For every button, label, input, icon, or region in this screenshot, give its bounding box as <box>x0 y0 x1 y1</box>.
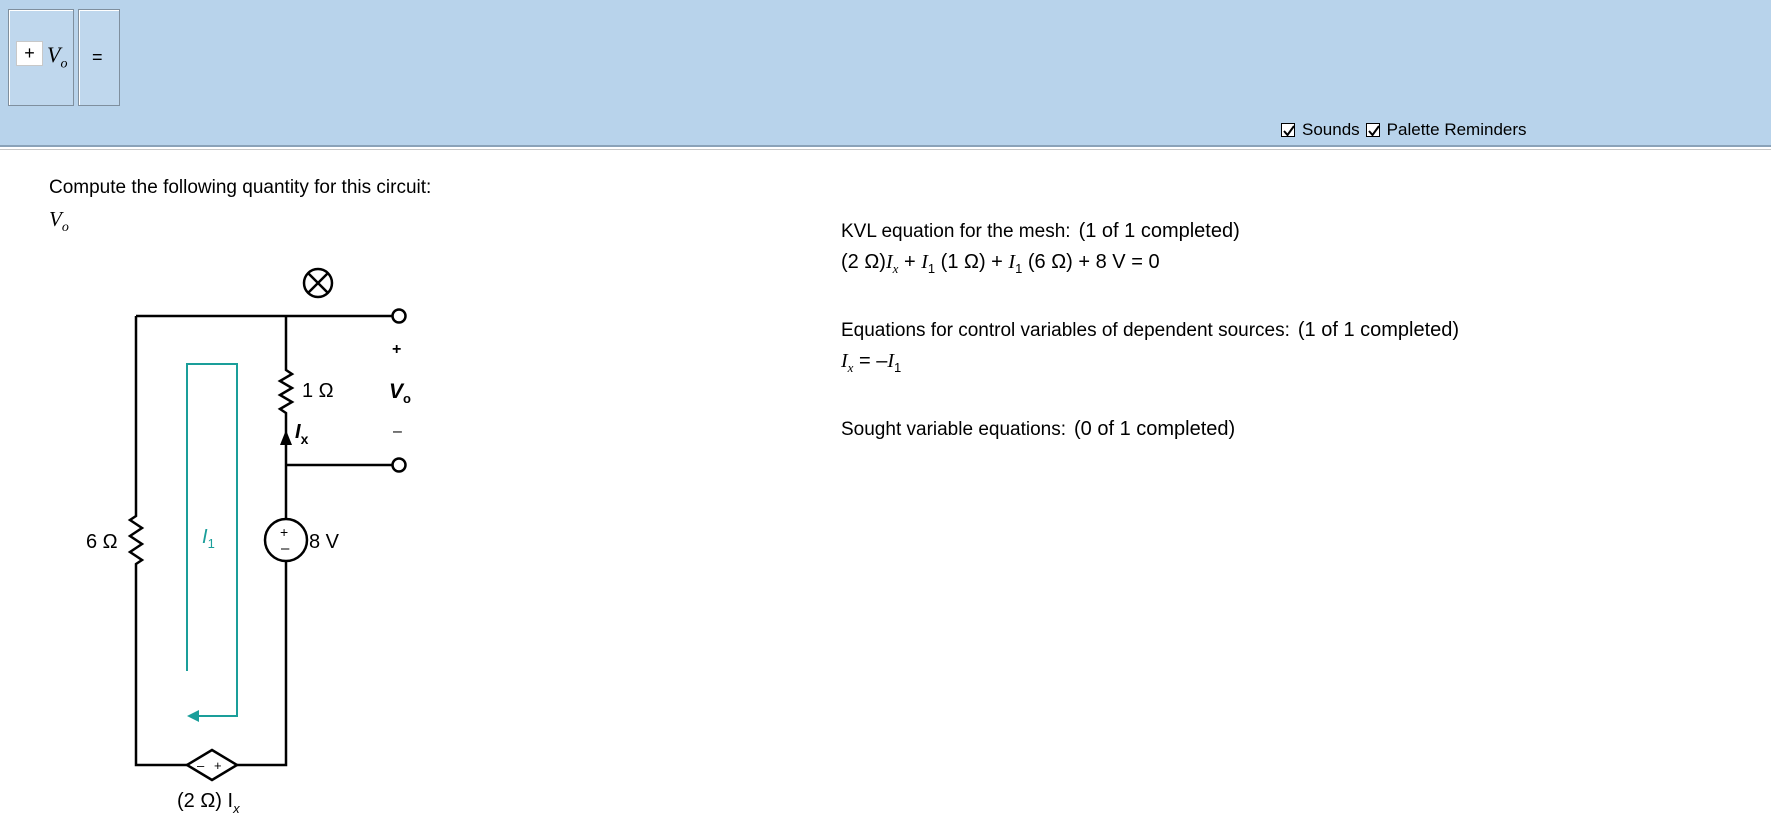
kvl-equation[interactable]: (2 Ω)Ix + I1 (1 Ω) + I1 (6 Ω) + 8 V = 0 <box>841 251 1240 277</box>
dep-minus: – <box>197 758 205 773</box>
output-plus: + <box>392 341 401 358</box>
kvl-section: KVL equation for the mesh: (1 of 1 comple… <box>841 220 1240 277</box>
source-label: 8 V <box>309 531 340 553</box>
kvl-title: KVL equation for the mesh: <box>841 221 1071 242</box>
output-minus: – <box>393 423 402 440</box>
r-top-label: 1 Ω <box>302 380 334 402</box>
dep-plus: + <box>214 758 222 773</box>
circuit-diagram: 1 Ω 6 Ω 8 V + – + – Vo Ix I1 – + (2 Ω) I… <box>86 267 411 816</box>
output-voltage-label: Vo <box>389 380 411 406</box>
palette-reminders-checkbox[interactable] <box>1365 123 1380 137</box>
control-title: Equations for control variables of depen… <box>841 320 1290 341</box>
dep-source-label: (2 Ω) Ix <box>177 790 240 816</box>
control-variable-section: Equations for control variables of depen… <box>841 319 1459 376</box>
source-plus: + <box>280 524 288 540</box>
node-cross-icon <box>302 267 334 299</box>
sounds-checkbox[interactable] <box>1281 123 1295 137</box>
checkmark-icon <box>1367 125 1380 137</box>
middle-branch-with-resistor <box>277 316 295 518</box>
sought-status: (0 of 1 completed) <box>1074 418 1236 440</box>
mesh-arrow-icon <box>187 710 199 722</box>
palette-reminders-label: Palette Reminders <box>1386 120 1527 139</box>
source-minus: – <box>281 540 290 557</box>
left-branch-with-resistor <box>127 316 187 767</box>
sounds-label: Sounds <box>1302 120 1360 139</box>
control-equation[interactable]: Ix = –I1 <box>841 350 1459 376</box>
sought-variable-section: Sought variable equations: (0 of 1 comple… <box>841 418 1235 441</box>
control-status: (1 of 1 completed) <box>1297 319 1460 341</box>
r-left-label: 6 Ω <box>86 531 118 553</box>
sought-title: Sought variable equations: <box>841 419 1066 440</box>
mesh-current-label: I1 <box>202 526 215 551</box>
dependent-voltage-source <box>184 748 240 782</box>
kvl-status: (1 of 1 completed) <box>1078 220 1240 242</box>
checkmark-icon <box>1283 125 1295 137</box>
current-arrow-icon <box>280 430 292 445</box>
output-terminal-top <box>391 308 407 324</box>
options-bar: Sounds Palette Reminders <box>1281 120 1533 140</box>
output-terminal-bottom <box>391 457 407 473</box>
current-ix-label: Ix <box>295 421 309 447</box>
middle-lower-wire <box>237 560 288 767</box>
